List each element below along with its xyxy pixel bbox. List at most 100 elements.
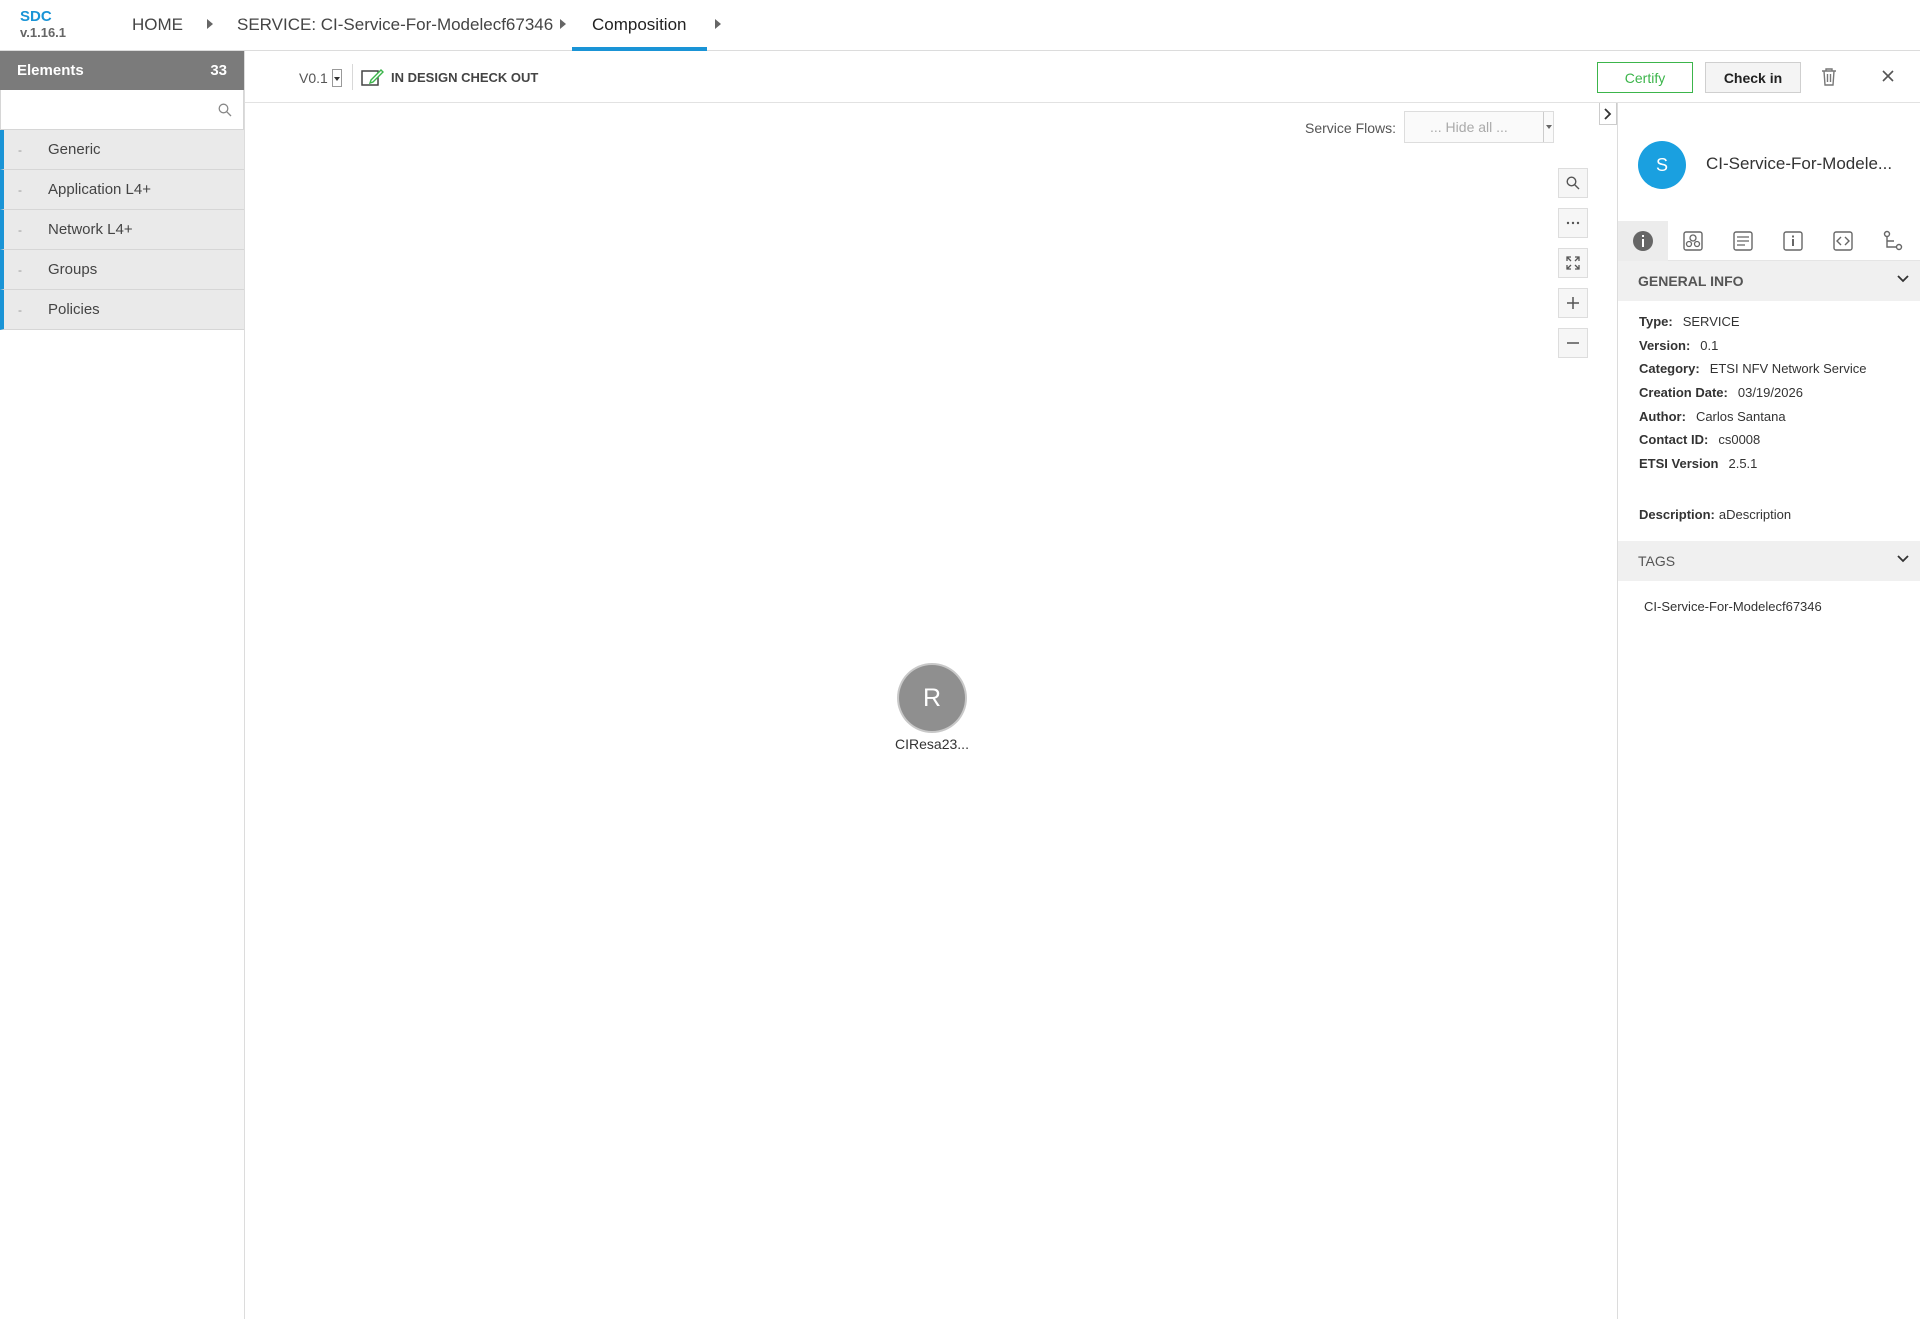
service-avatar: S (1638, 141, 1686, 189)
general-info-title: GENERAL INFO (1638, 273, 1744, 289)
certify-button[interactable]: Certify (1597, 62, 1693, 93)
canvas-search-button[interactable] (1558, 168, 1588, 198)
tab-composition[interactable] (1868, 221, 1918, 261)
check-in-button[interactable]: Check in (1705, 62, 1801, 93)
panel-tabs (1618, 221, 1920, 261)
info-row-etsi-version: ETSI Version 2.5.1 (1639, 456, 1757, 471)
info-value: aDescription (1718, 507, 1792, 522)
node-initial: R (922, 683, 942, 712)
info-value: 2.5.1 (1728, 456, 1758, 471)
breadcrumb-service[interactable]: SERVICE: CI-Service-For-Modelecf67346 (237, 15, 553, 51)
details-panel: S CI-Service-For-Modele... GENERAL INFO … (1617, 103, 1920, 1319)
info-row-category: Category: ETSI NFV Network Service (1639, 361, 1866, 376)
info-key: Author: (1639, 409, 1686, 424)
sidebar-item-network-l4[interactable]: - Network L4+ (0, 210, 244, 250)
elements-search (0, 90, 244, 130)
breadcrumb-arrow-icon[interactable] (715, 19, 721, 29)
tab-api[interactable] (1818, 221, 1868, 261)
search-icon (1566, 176, 1580, 190)
hierarchy-icon (1883, 230, 1903, 251)
app-version: v.1.16.1 (20, 25, 67, 40)
search-icon[interactable] (218, 103, 232, 122)
tab-general-info[interactable] (1618, 221, 1668, 261)
general-info-header[interactable]: GENERAL INFO (1618, 261, 1920, 301)
plus-icon (1567, 297, 1579, 309)
lifecycle-status-text: IN DESIGN CHECK OUT (391, 69, 539, 85)
info-key: Version: (1639, 338, 1691, 353)
info-row-creation-date: Creation Date: 03/19/2026 (1639, 385, 1803, 400)
elements-sidebar: Elements 33 - Generic - Application L4+ … (0, 51, 245, 1319)
sidebar-item-application-l4[interactable]: - Application L4+ (0, 170, 244, 210)
info-key: Creation Date: (1639, 385, 1728, 400)
tab-deployment-artifacts[interactable] (1668, 221, 1718, 261)
breadcrumb-arrow-icon[interactable] (207, 19, 213, 29)
tags-title: TAGS (1638, 553, 1676, 569)
info-icon (1633, 231, 1653, 251)
sidebar-item-label: Application L4+ (48, 181, 151, 198)
chevron-right-icon (1604, 107, 1612, 120)
info-value: ETSI NFV Network Service (1709, 361, 1867, 376)
elements-search-input[interactable] (1, 90, 243, 129)
component-node[interactable]: R (899, 665, 965, 731)
info-value: Carlos Santana (1695, 409, 1786, 424)
info-key: Type: (1639, 314, 1673, 329)
fit-to-screen-button[interactable] (1558, 248, 1588, 278)
list-icon (1733, 231, 1753, 251)
zoom-out-button[interactable] (1558, 328, 1588, 358)
info-row-type: Type: SERVICE (1639, 314, 1740, 329)
app-logo[interactable]: SDC v.1.16.1 (20, 9, 66, 41)
code-icon (1833, 231, 1853, 251)
close-icon[interactable] (1881, 69, 1895, 88)
lifecycle-status: IN DESIGN CHECK OUT (361, 67, 538, 87)
app-name: SDC (20, 8, 52, 25)
breadcrumb-arrow-icon[interactable] (560, 19, 566, 29)
tag-item: CI-Service-For-Modelecf67346 (1644, 599, 1822, 614)
info-row-author: Author: Carlos Santana (1639, 409, 1786, 424)
info-value: cs0008 (1718, 432, 1761, 447)
service-flows-label: Service Flows: (1305, 120, 1397, 136)
panel-collapse-button[interactable] (1599, 103, 1617, 125)
info-key: ETSI Version (1639, 456, 1719, 471)
sidebar-item-policies[interactable]: - Policies (0, 290, 244, 330)
chevron-down-icon (1897, 275, 1909, 283)
expand-icon (1566, 256, 1580, 270)
panel-title: CI-Service-For-Modele... (1706, 154, 1893, 173)
tags-header[interactable]: TAGS (1618, 541, 1920, 581)
more-options-button[interactable] (1558, 208, 1588, 238)
zoom-in-button[interactable] (1558, 288, 1588, 318)
sidebar-item-label: Network L4+ (48, 221, 133, 238)
service-flows-select[interactable]: ... Hide all ... (1404, 111, 1554, 143)
sidebar-item-groups[interactable]: - Groups (0, 250, 244, 290)
component-node-label: CIResa23... (895, 736, 969, 752)
top-header: SDC v.1.16.1 HOME SERVICE: CI-Service-Fo… (0, 0, 1920, 51)
info-box-icon (1783, 231, 1803, 251)
breadcrumb-home[interactable]: HOME (132, 15, 183, 51)
chevron-down-icon (1897, 555, 1909, 563)
collapse-icon: - (18, 302, 22, 317)
info-key: Description: (1639, 507, 1715, 522)
breadcrumb-composition[interactable]: Composition (572, 15, 706, 51)
info-row-contact-id: Contact ID: cs0008 (1639, 432, 1760, 447)
chevron-down-icon[interactable] (331, 69, 342, 87)
workspace-toolbar: V0.1 IN DESIGN CHECK OUT Certify Check i… (245, 51, 1920, 103)
version-value: V0.1 (299, 70, 328, 86)
tab-properties[interactable] (1718, 221, 1768, 261)
collapse-icon: - (18, 262, 22, 277)
elements-header: Elements 33 (0, 51, 244, 90)
composition-canvas[interactable]: Service Flows: ... Hide all ... R CIResa… (245, 103, 1617, 1319)
version-select[interactable]: V0.1 (299, 69, 342, 87)
trash-icon[interactable] (1821, 68, 1837, 91)
checkout-icon (361, 69, 384, 86)
artifacts-icon (1683, 231, 1703, 251)
sidebar-item-generic[interactable]: - Generic (0, 130, 244, 170)
info-value: SERVICE (1682, 314, 1740, 329)
collapse-icon: - (18, 222, 22, 237)
collapse-icon: - (18, 182, 22, 197)
info-value: 0.1 (1700, 338, 1719, 353)
info-row-description: Description: aDescription (1639, 507, 1791, 522)
minus-icon (1567, 342, 1579, 344)
info-key: Category: (1639, 361, 1700, 376)
tab-information-artifacts[interactable] (1768, 221, 1818, 261)
info-value: 03/19/2026 (1737, 385, 1803, 400)
chevron-down-icon[interactable] (1543, 112, 1553, 142)
